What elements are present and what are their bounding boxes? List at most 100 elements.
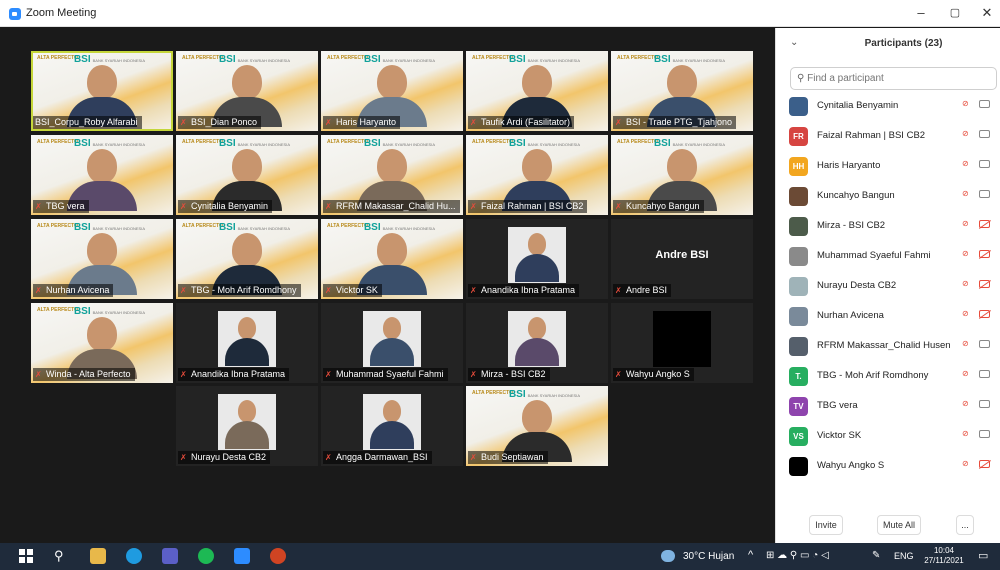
- video-tile[interactable]: ALTA PERFECTO BSI BANK SYARIAH INDONESIA ✗ B…: [466, 386, 608, 466]
- bsi-logo-subtitle: BANK SYARIAH INDONESIA: [527, 142, 580, 147]
- system-tray-icons[interactable]: ⊞ ☁ ⚲ ▭ ◔ ◁: [766, 550, 829, 561]
- camera-icon[interactable]: [979, 190, 990, 198]
- video-tile[interactable]: ALTA PERFECTO BSI BANK SYARIAH INDONESIA ✗ W…: [31, 303, 173, 383]
- video-tile[interactable]: ✗ Angga Darmawan_BSI: [321, 386, 463, 466]
- video-tile[interactable]: ALTA PERFECTO BSI BANK SYARIAH INDONESIA ✗ H…: [321, 51, 463, 131]
- muted-mic-icon: ✗: [470, 286, 477, 295]
- video-tile[interactable]: ✗ Anandika Ibna Pratama: [466, 219, 608, 299]
- more-button[interactable]: ...: [956, 515, 974, 535]
- muted-mic-icon[interactable]: ⊘: [962, 219, 969, 228]
- muted-mic-icon[interactable]: ⊘: [962, 189, 969, 198]
- bsi-logo-subtitle: BANK SYARIAH INDONESIA: [92, 310, 145, 315]
- camera-icon[interactable]: [979, 370, 990, 378]
- participant-name-text: Winda - Alta Perfecto: [46, 369, 131, 379]
- participant-row[interactable]: HH Haris Haryanto ⊘: [776, 152, 1000, 182]
- camera-icon[interactable]: [979, 130, 990, 138]
- muted-mic-icon[interactable]: ⊘: [962, 99, 969, 108]
- participant-row[interactable]: T. TBG - Moh Arif Romdhony ⊘: [776, 362, 1000, 392]
- video-tile[interactable]: ALTA PERFECTO BSI BANK SYARIAH INDONESIA ✗ T…: [176, 219, 318, 299]
- camera-icon[interactable]: [979, 160, 990, 168]
- participant-name-label: ✗ Haris Haryanto: [323, 116, 401, 129]
- camera-icon[interactable]: [979, 340, 990, 348]
- muted-mic-icon[interactable]: ⊘: [962, 129, 969, 138]
- video-tile[interactable]: ALTA PERFECTO BSI BANK SYARIAH INDONESIA ✗ C…: [176, 135, 318, 215]
- participant-name-label: ✗ Winda - Alta Perfecto: [33, 368, 135, 381]
- video-tile[interactable]: ALTA PERFECTO BSI BANK SYARIAH INDONESIA ✗ T…: [31, 135, 173, 215]
- camera-icon[interactable]: [979, 430, 990, 438]
- weather-text[interactable]: 30°C Hujan: [683, 551, 734, 562]
- spotify-icon[interactable]: [198, 548, 214, 564]
- powerpoint-icon[interactable]: [270, 548, 286, 564]
- zoom-window: Zoom Meeting – ▢ ✕ ALTA PERFECTO BSI BANK …: [0, 0, 1000, 543]
- participant-row[interactable]: RFRM Makassar_Chalid Husen ⊘: [776, 332, 1000, 362]
- windows-start-icon[interactable]: [18, 548, 34, 564]
- search-input[interactable]: [807, 73, 988, 84]
- muted-mic-icon[interactable]: ⊘: [962, 459, 969, 468]
- camera-off-icon[interactable]: [979, 280, 990, 288]
- maximize-button[interactable]: ▢: [938, 3, 972, 23]
- video-tile[interactable]: ✗ Nurayu Desta CB2: [176, 386, 318, 466]
- camera-icon[interactable]: [979, 400, 990, 408]
- participant-name-label: ✗ BSI - Trade PTG_Tjahjono: [613, 116, 737, 129]
- participant-row[interactable]: VS Vicktor SK ⊘: [776, 422, 1000, 452]
- video-tile[interactable]: ALTA PERFECTO BSI BANK SYARIAH INDONESIA ✗ B…: [611, 51, 753, 131]
- participant-search[interactable]: ⚲: [790, 67, 997, 90]
- camera-off-icon[interactable]: [979, 250, 990, 258]
- zoom-taskbar-icon[interactable]: [234, 548, 250, 564]
- participants-header: ⌄ Participants (23): [776, 28, 1000, 60]
- video-tile[interactable]: ALTA PERFECTO BSI BANK SYARIAH INDONESIA ✗ B…: [176, 51, 318, 131]
- muted-mic-icon[interactable]: ⊘: [962, 429, 969, 438]
- minimize-button[interactable]: –: [904, 3, 938, 23]
- bsi-logo-text: BSI: [73, 222, 91, 233]
- muted-mic-icon[interactable]: ⊘: [962, 279, 969, 288]
- video-tile[interactable]: Andre BSI ✗ Andre BSI: [611, 219, 753, 299]
- participant-row[interactable]: Nurayu Desta CB2 ⊘: [776, 272, 1000, 302]
- camera-off-icon[interactable]: [979, 220, 990, 228]
- video-tile[interactable]: ✗ Mirza - BSI CB2: [466, 303, 608, 383]
- muted-mic-icon[interactable]: ⊘: [962, 159, 969, 168]
- edge-icon[interactable]: [126, 548, 142, 564]
- video-tile[interactable]: ✗ Muhammad Syaeful Fahmi: [321, 303, 463, 383]
- mute-all-button[interactable]: Mute All: [877, 515, 921, 535]
- participant-row[interactable]: FR Faizal Rahman | BSI CB2 ⊘: [776, 122, 1000, 152]
- video-tile[interactable]: ALTA PERFECTO BSI BANK SYARIAH INDONESIA BS…: [31, 51, 173, 131]
- participant-row[interactable]: Wahyu Angko S ⊘: [776, 452, 1000, 482]
- alta-perfecto-logo: ALTA PERFECTO: [182, 139, 223, 145]
- video-tile[interactable]: ✗ Anandika Ibna Pratama: [176, 303, 318, 383]
- participant-row[interactable]: Nurhan Avicena ⊘: [776, 302, 1000, 332]
- camera-icon[interactable]: [979, 100, 990, 108]
- participant-name: RFRM Makassar_Chalid Husen: [817, 340, 951, 351]
- close-button[interactable]: ✕: [970, 3, 1000, 23]
- chevron-up-icon[interactable]: ^: [748, 549, 753, 561]
- participant-name-label: ✗ Anandika Ibna Pratama: [178, 368, 290, 381]
- participant-row[interactable]: Muhammad Syaeful Fahmi ⊘: [776, 242, 1000, 272]
- participant-row[interactable]: Mirza - BSI CB2 ⊘: [776, 212, 1000, 242]
- clock[interactable]: 10:04 27/11/2021: [921, 546, 967, 566]
- file-explorer-icon[interactable]: [90, 548, 106, 564]
- video-tile[interactable]: ALTA PERFECTO BSI BANK SYARIAH INDONESIA ✗ R…: [321, 135, 463, 215]
- participant-row[interactable]: Kuncahyo Bangun ⊘: [776, 182, 1000, 212]
- muted-mic-icon[interactable]: ⊘: [962, 309, 969, 318]
- camera-off-icon[interactable]: [979, 310, 990, 318]
- video-tile[interactable]: ✗ Wahyu Angko S: [611, 303, 753, 383]
- search-icon[interactable]: ⚲: [54, 548, 70, 564]
- pen-icon[interactable]: ✎: [872, 550, 880, 561]
- language-indicator[interactable]: ENG: [894, 551, 914, 561]
- participant-name-text: Haris Haryanto: [336, 117, 397, 127]
- video-tile[interactable]: ALTA PERFECTO BSI BANK SYARIAH INDONESIA ✗ T…: [466, 51, 608, 131]
- participant-row[interactable]: Cynitalia Benyamin ⊘: [776, 92, 1000, 122]
- notification-icon[interactable]: ▭: [978, 549, 988, 562]
- video-tile[interactable]: ALTA PERFECTO BSI BANK SYARIAH INDONESIA ✗ V…: [321, 219, 463, 299]
- video-tile[interactable]: ALTA PERFECTO BSI BANK SYARIAH INDONESIA ✗ K…: [611, 135, 753, 215]
- teams-icon[interactable]: [162, 548, 178, 564]
- video-tile[interactable]: ALTA PERFECTO BSI BANK SYARIAH INDONESIA ✗ N…: [31, 219, 173, 299]
- participant-row[interactable]: TV TBG vera ⊘: [776, 392, 1000, 422]
- invite-button[interactable]: Invite: [809, 515, 843, 535]
- video-tile[interactable]: ALTA PERFECTO BSI BANK SYARIAH INDONESIA ✗ F…: [466, 135, 608, 215]
- muted-mic-icon[interactable]: ⊘: [962, 399, 969, 408]
- muted-mic-icon[interactable]: ⊘: [962, 339, 969, 348]
- muted-mic-icon[interactable]: ⊘: [962, 249, 969, 258]
- muted-mic-icon[interactable]: ⊘: [962, 369, 969, 378]
- camera-off-icon[interactable]: [979, 460, 990, 468]
- clock-date: 27/11/2021: [924, 556, 964, 565]
